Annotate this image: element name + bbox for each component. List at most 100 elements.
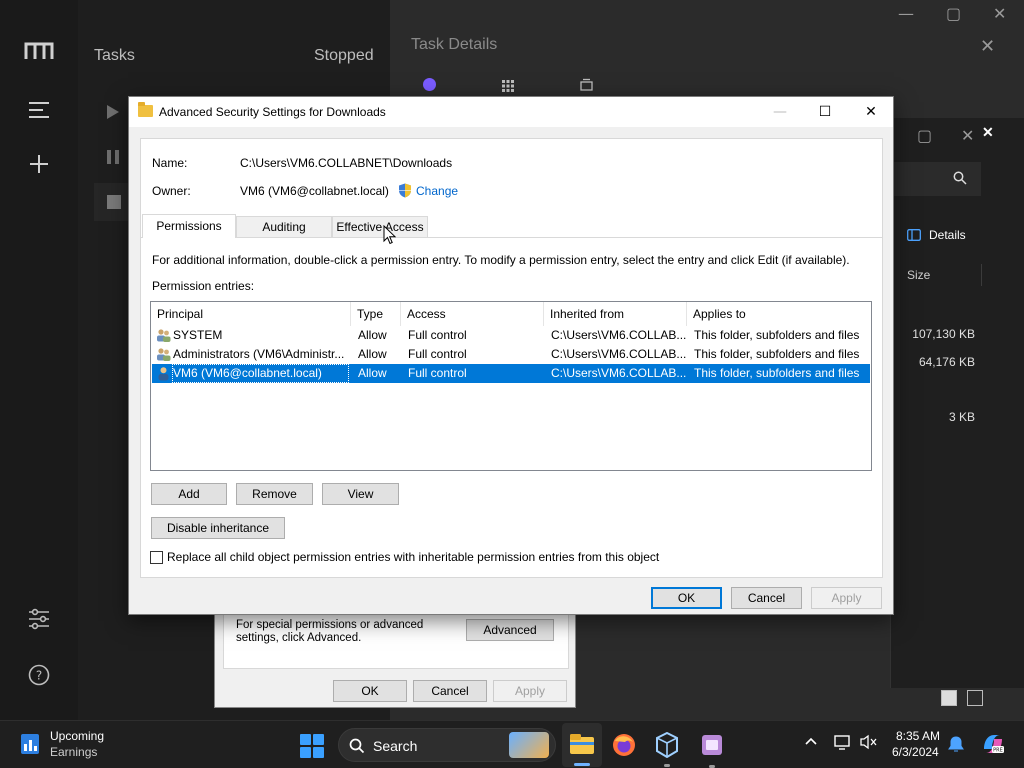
column-divider (981, 264, 982, 286)
mouse-cursor-icon (383, 225, 396, 245)
add-button[interactable]: Add (151, 483, 227, 505)
file-explorer-app[interactable] (562, 723, 602, 767)
info-tab-icon[interactable] (423, 78, 436, 91)
view-button[interactable]: View (322, 483, 399, 505)
entries-label: Permission entries: (152, 279, 255, 293)
firefox-icon[interactable] (612, 733, 636, 762)
copilot-icon[interactable]: PRE (980, 731, 1006, 761)
table-row[interactable]: Administrators (VM6\Administr... Allow F… (152, 345, 870, 364)
title-bar[interactable]: Advanced Security Settings for Downloads… (129, 97, 893, 127)
remove-button[interactable]: Remove (236, 483, 313, 505)
column-applies-to[interactable]: Applies to (687, 302, 871, 326)
nav-rail: ? (0, 0, 78, 720)
ok-button[interactable]: OK (333, 680, 407, 702)
clock-time[interactable]: 8:35 AM (896, 729, 940, 743)
change-owner-link[interactable]: Change (416, 184, 458, 198)
widget-title[interactable]: Upcoming (50, 729, 104, 743)
minimize-icon[interactable]: — (898, 4, 914, 23)
taskbar: Upcoming Earnings Search 8:35 AM 6/3/202… (0, 720, 1024, 768)
network-icon[interactable] (834, 734, 852, 754)
cancel-button[interactable]: Cancel (731, 587, 802, 609)
tab-permissions[interactable]: Permissions (142, 214, 236, 237)
replace-child-permissions-checkbox[interactable] (150, 551, 163, 564)
grid-tab-icon[interactable] (502, 79, 514, 97)
table-row[interactable]: SYSTEM Allow Full control C:\Users\VM6.C… (152, 326, 870, 345)
list-view-icon[interactable] (941, 690, 957, 706)
column-type[interactable]: Type (351, 302, 401, 326)
size-header[interactable]: Size (907, 268, 930, 282)
table-row[interactable]: VM6 (VM6@collabnet.local) Allow Full con… (152, 364, 870, 383)
start-icon[interactable] (300, 734, 324, 763)
disable-inheritance-button[interactable]: Disable inheritance (151, 517, 285, 539)
details-pane-icon[interactable] (907, 228, 921, 246)
explorer-maximize-icon[interactable]: ▢ (917, 126, 932, 145)
apply-button[interactable]: Apply (811, 587, 882, 609)
replace-child-permissions-label[interactable]: Replace all child object permission entr… (167, 550, 659, 564)
tab-effective-access[interactable]: Effective Access (332, 216, 428, 238)
tiles-view-icon[interactable] (967, 690, 983, 706)
virtualbox-icon[interactable] (655, 731, 679, 767)
close-details-icon[interactable]: ✕ (980, 36, 995, 57)
details-label[interactable]: Details (929, 228, 966, 242)
pause-icon[interactable] (106, 149, 120, 170)
notepad-app-icon[interactable] (700, 733, 724, 768)
file-explorer-icon (570, 734, 594, 754)
close-icon[interactable]: ✕ (982, 124, 994, 141)
search-highlight-icon (509, 732, 549, 758)
close-icon[interactable]: ✕ (856, 101, 886, 123)
files-tab-icon[interactable] (580, 78, 593, 96)
stocks-widget-icon[interactable] (20, 733, 40, 755)
applies-cell: This folder, subfolders and files (694, 347, 860, 361)
taskbar-search[interactable]: Search (338, 728, 556, 762)
menu-icon[interactable] (22, 96, 56, 130)
info-text: For additional information, double-click… (152, 253, 850, 267)
maximize-icon[interactable]: ☐ (810, 101, 840, 123)
stop-icon (107, 195, 121, 214)
search-icon (953, 171, 967, 190)
inherited-cell: C:\Users\VM6.COLLAB... (551, 328, 687, 342)
settings-sliders-icon[interactable] (22, 607, 56, 641)
access-cell: Full control (408, 328, 467, 342)
explorer-close-icon[interactable]: ✕ (961, 126, 974, 145)
group-icon (157, 329, 171, 342)
widget-subtitle[interactable]: Earnings (50, 745, 97, 759)
principal-cell: VM6 (VM6@collabnet.local) (172, 364, 349, 383)
folder-icon (138, 102, 153, 117)
stopped-title: Stopped (314, 47, 374, 64)
size-value: 64,176 KB (918, 355, 975, 369)
help-icon[interactable]: ? (22, 663, 56, 697)
dialog-title: Advanced Security Settings for Downloads (159, 105, 386, 119)
user-icon (158, 367, 169, 381)
notification-bell-icon[interactable] (948, 735, 964, 757)
explorer-search-box[interactable] (891, 162, 981, 196)
column-access[interactable]: Access (401, 302, 544, 326)
apply-button[interactable]: Apply (493, 680, 567, 702)
minimize-icon[interactable]: — (765, 101, 795, 123)
tab-auditing[interactable]: Auditing (236, 216, 332, 238)
task-details-title: Task Details (411, 36, 498, 53)
advanced-button[interactable]: Advanced (466, 619, 554, 641)
column-inherited-from[interactable]: Inherited from (544, 302, 687, 326)
size-value: 107,130 KB (912, 327, 975, 341)
search-label: Search (373, 738, 418, 754)
uac-shield-icon (399, 183, 411, 198)
cancel-button[interactable]: Cancel (413, 680, 487, 702)
applies-cell: This folder, subfolders and files (694, 328, 860, 342)
properties-dialog: For special permissions or advanced sett… (214, 600, 576, 708)
type-cell: Allow (358, 366, 387, 380)
close-icon[interactable]: ✕ (993, 4, 1006, 23)
svg-text:PRE: PRE (993, 748, 1003, 754)
permission-entries-list[interactable]: Principal Type Access Inherited from App… (150, 301, 872, 471)
clock-date[interactable]: 6/3/2024 (892, 745, 939, 759)
column-principal[interactable]: Principal (151, 302, 351, 326)
add-icon[interactable] (22, 151, 56, 185)
advanced-security-dialog: Advanced Security Settings for Downloads… (128, 96, 894, 615)
active-indicator (574, 763, 590, 766)
maximize-icon[interactable]: ▢ (946, 4, 961, 23)
play-icon[interactable] (106, 104, 120, 125)
ok-button[interactable]: OK (651, 587, 722, 609)
chevron-up-icon[interactable] (804, 734, 818, 752)
size-value: 3 KB (948, 410, 975, 424)
tab-divider (141, 237, 882, 238)
volume-muted-icon[interactable] (860, 734, 878, 754)
